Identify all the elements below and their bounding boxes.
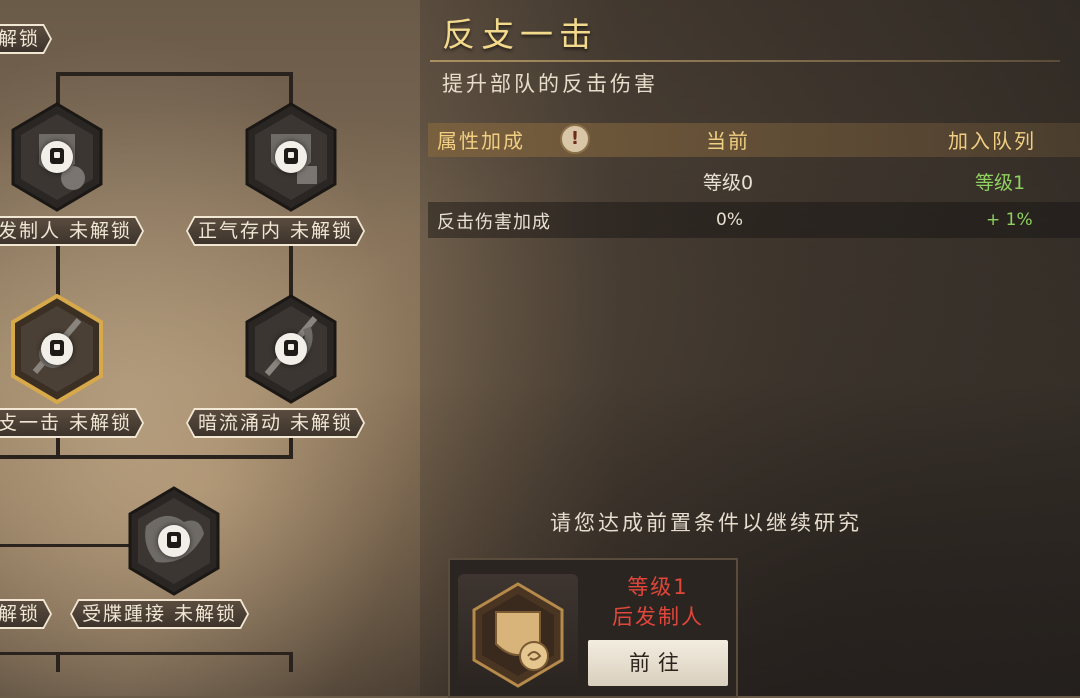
- lock-icon: [41, 333, 73, 365]
- connector: [289, 72, 293, 106]
- lock-icon: [41, 141, 73, 173]
- skill-tag-row4-center[interactable]: 受牒踵接 未解锁: [70, 599, 249, 629]
- skill-tag-top-partial: 解锁: [0, 24, 52, 54]
- skill-node-counter-strike-selected[interactable]: [9, 294, 105, 404]
- connector: [289, 437, 293, 457]
- connector: [289, 652, 293, 672]
- current-column-header: 当前: [706, 129, 750, 153]
- join-level: 等级1: [975, 172, 1026, 194]
- goto-button[interactable]: 前往: [588, 640, 728, 686]
- connector: [0, 652, 293, 655]
- skill-description: 提升部队的反击伤害: [442, 72, 658, 96]
- skill-tag-row3-left[interactable]: 攴一击 未解锁: [0, 408, 144, 438]
- join-column-header: 加入队列: [948, 129, 1036, 153]
- skill-tag-row2-right[interactable]: 正气存内 未解锁: [186, 216, 365, 246]
- connector: [56, 72, 60, 106]
- skill-node-counter-strike-first[interactable]: [9, 102, 105, 212]
- requirement-level: 等级1: [627, 575, 689, 599]
- skill-tag-row4-left-partial: 解锁: [0, 599, 52, 629]
- lock-icon: [275, 333, 307, 365]
- skill-tag-row2-left[interactable]: 发制人 未解锁: [0, 216, 144, 246]
- skill-title: 反攴一击: [442, 15, 598, 54]
- connector: [56, 437, 60, 457]
- skill-node-shoudie[interactable]: [126, 486, 222, 596]
- attribute-current-value: 0%: [716, 210, 743, 230]
- title-divider: [430, 60, 1060, 62]
- attribute-header-label: 属性加成: [437, 129, 525, 153]
- requirement-skill-icon: [458, 574, 578, 694]
- skill-node-zhengqi[interactable]: [243, 102, 339, 212]
- connector: [0, 544, 130, 547]
- attribute-join-value: + 1%: [986, 210, 1033, 230]
- lock-icon: [158, 525, 190, 557]
- skill-node-anliu[interactable]: [243, 294, 339, 404]
- requirement-skill-name: 后发制人: [612, 605, 704, 629]
- prerequisite-prompt: 请您达成前置条件以继续研究: [550, 511, 862, 535]
- skill-tag-row3-right[interactable]: 暗流涌动 未解锁: [186, 408, 365, 438]
- connector: [0, 455, 293, 459]
- connector: [56, 652, 60, 672]
- connector: [289, 245, 293, 297]
- shield-swirl-icon: [472, 582, 564, 688]
- info-icon[interactable]: !: [560, 124, 590, 154]
- connector: [56, 245, 60, 297]
- connector: [56, 72, 292, 76]
- current-level: 等级0: [703, 172, 754, 194]
- attribute-name: 反击伤害加成: [437, 212, 551, 233]
- requirement-text: 等级1 后发制人: [596, 572, 720, 632]
- lock-icon: [275, 141, 307, 173]
